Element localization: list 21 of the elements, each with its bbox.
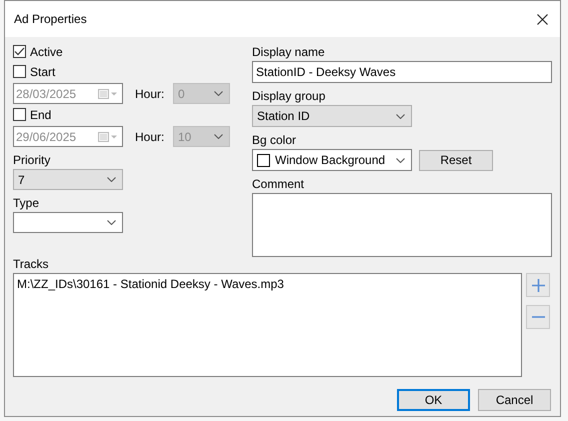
priority-dropdown[interactable]: 7 <box>13 169 123 190</box>
field-label: Type <box>13 196 40 210</box>
ok-button[interactable]: OK <box>397 389 470 411</box>
field-label: Display group <box>252 89 326 103</box>
checkbox-label: End <box>30 108 52 122</box>
cancel-button[interactable]: Cancel <box>478 389 551 411</box>
checkbox-label: Start <box>30 64 56 78</box>
field-label: Tracks <box>13 257 50 271</box>
field-label: Priority <box>13 153 52 167</box>
field-label: Comment <box>252 177 306 191</box>
field-label: Bg color <box>252 133 298 147</box>
reset-button[interactable]: Reset <box>419 150 493 170</box>
hour-label: Hour: <box>135 130 166 144</box>
track-item[interactable]: M:\ZZ_IDs\30161 - Stationid Deeksy - Waves.mp3 <box>17 277 518 291</box>
bg-color-dropdown[interactable]: Window Background <box>252 149 412 171</box>
display-group-dropdown[interactable]: Station ID <box>252 105 412 127</box>
checkbox-label: Active <box>30 44 63 58</box>
display-name-field[interactable]: StationID - Deeksy Waves <box>252 61 552 83</box>
hour-label: Hour: <box>135 86 166 100</box>
window-title: Ad Properties <box>14 12 87 26</box>
field-label: Display name <box>252 45 326 59</box>
